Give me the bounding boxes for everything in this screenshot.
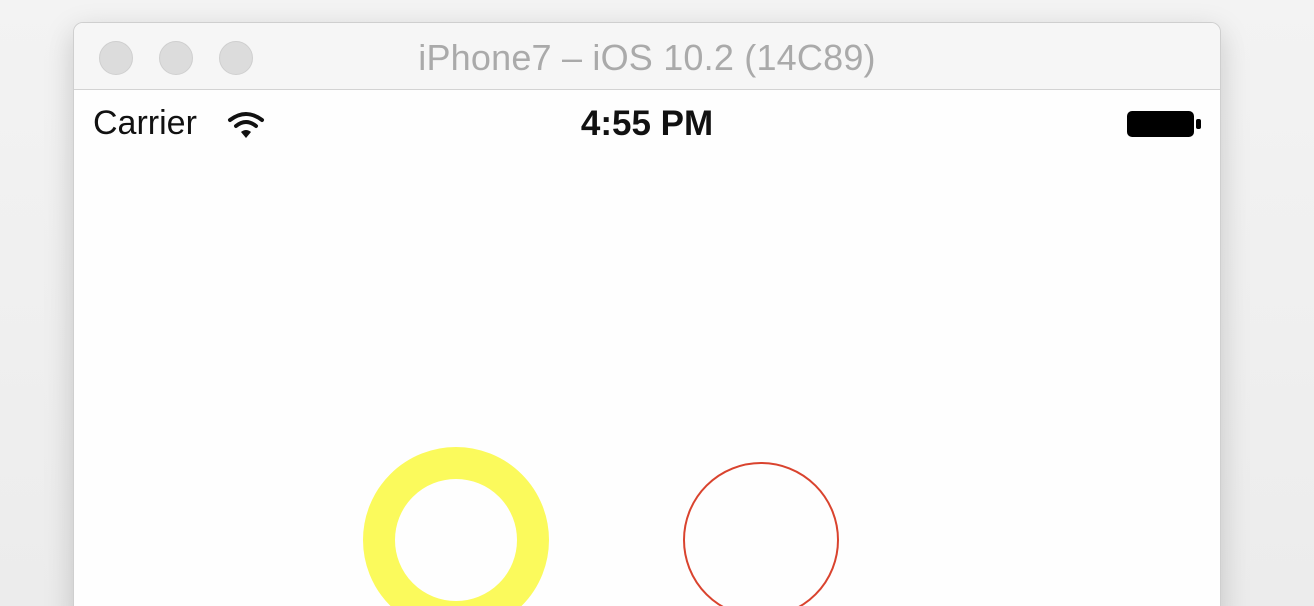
battery-icon bbox=[1127, 111, 1201, 137]
app-content-area bbox=[74, 158, 1220, 606]
ios-status-bar: Carrier 4:55 PM bbox=[74, 90, 1220, 158]
window-titlebar[interactable]: iPhone7 – iOS 10.2 (14C89) bbox=[74, 23, 1220, 90]
status-time: 4:55 PM bbox=[580, 104, 714, 143]
red-ring bbox=[683, 462, 839, 606]
simulator-window: iPhone7 – iOS 10.2 (14C89) Carrier 4:55 … bbox=[73, 22, 1221, 606]
yellow-ring bbox=[363, 447, 549, 606]
device-screen: Carrier 4:55 PM bbox=[74, 90, 1220, 606]
desktop-background: iPhone7 – iOS 10.2 (14C89) Carrier 4:55 … bbox=[0, 0, 1314, 606]
window-title: iPhone7 – iOS 10.2 (14C89) bbox=[418, 37, 876, 78]
